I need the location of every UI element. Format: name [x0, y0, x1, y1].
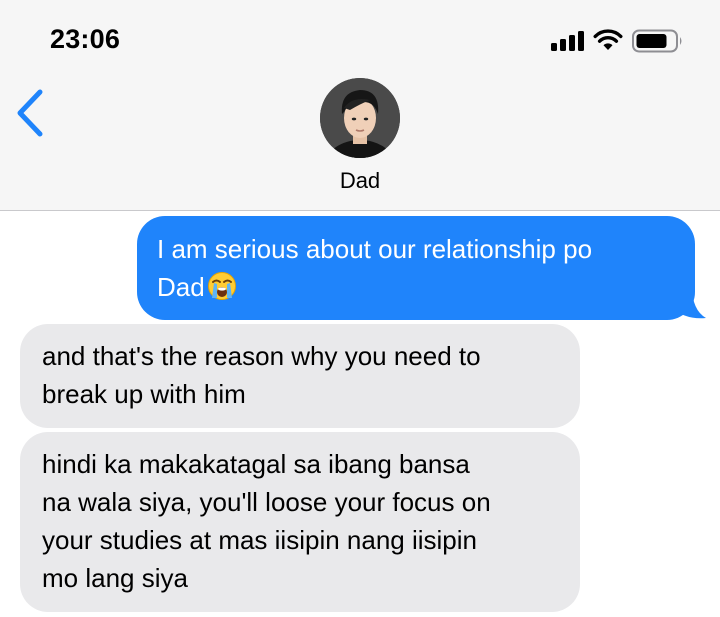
- conversation-header: 23:06 Dad: [0, 0, 720, 211]
- cellular-signal-icon: [551, 31, 585, 51]
- status-time: 23:06: [50, 24, 121, 54]
- messages-screen: 23:06 Dad I am serious about our relatio…: [0, 0, 720, 617]
- message-bubble-received[interactable]: and that's the reason why you need to br…: [20, 324, 580, 428]
- avatar[interactable]: [320, 78, 400, 158]
- contact-name[interactable]: Dad: [0, 168, 720, 194]
- loudly-crying-face-icon: [207, 272, 236, 300]
- message-text: hindi ka makakatagal sa ibang bansa na w…: [42, 449, 491, 593]
- chevron-left-icon[interactable]: [14, 88, 46, 138]
- message-bubble-received[interactable]: hindi ka makakatagal sa ibang bansa na w…: [20, 432, 580, 612]
- battery-icon: [632, 29, 682, 53]
- message-bubble-sent[interactable]: I am serious about our relationship po D…: [137, 216, 695, 320]
- message-text: and that's the reason why you need to br…: [42, 341, 481, 409]
- wifi-icon: [593, 29, 623, 50]
